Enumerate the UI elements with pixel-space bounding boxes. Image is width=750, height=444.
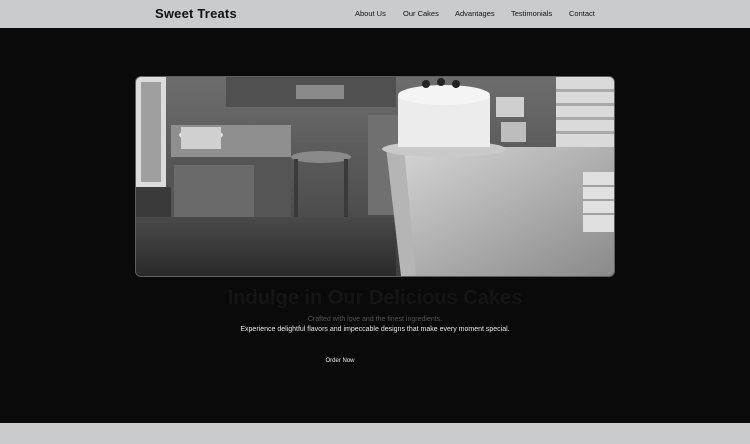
brand-logo-text[interactable]: Sweet Treats xyxy=(155,6,237,21)
nav-testimonials[interactable]: Testimonials xyxy=(511,9,552,18)
hero-description: Experience delightful flavors and impecc… xyxy=(240,326,510,333)
bakery-kitchen-image-icon xyxy=(136,77,614,276)
nav-advantages[interactable]: Advantages xyxy=(455,9,495,18)
top-navigation-bar: Sweet Treats About Us Our Cakes Advantag… xyxy=(0,0,750,28)
hero-subtitle: Crafted with love and the finest ingredi… xyxy=(307,316,443,323)
footer-bar xyxy=(0,423,750,444)
nav-contact[interactable]: Contact xyxy=(569,9,595,18)
nav-our-cakes[interactable]: Our Cakes xyxy=(403,9,439,18)
order-now-button[interactable]: Order Now xyxy=(315,355,365,368)
hero-headline: Indulge in Our Delicious Cakes xyxy=(227,287,523,309)
nav-about-us[interactable]: About Us xyxy=(355,9,386,18)
hero-image xyxy=(135,76,615,277)
